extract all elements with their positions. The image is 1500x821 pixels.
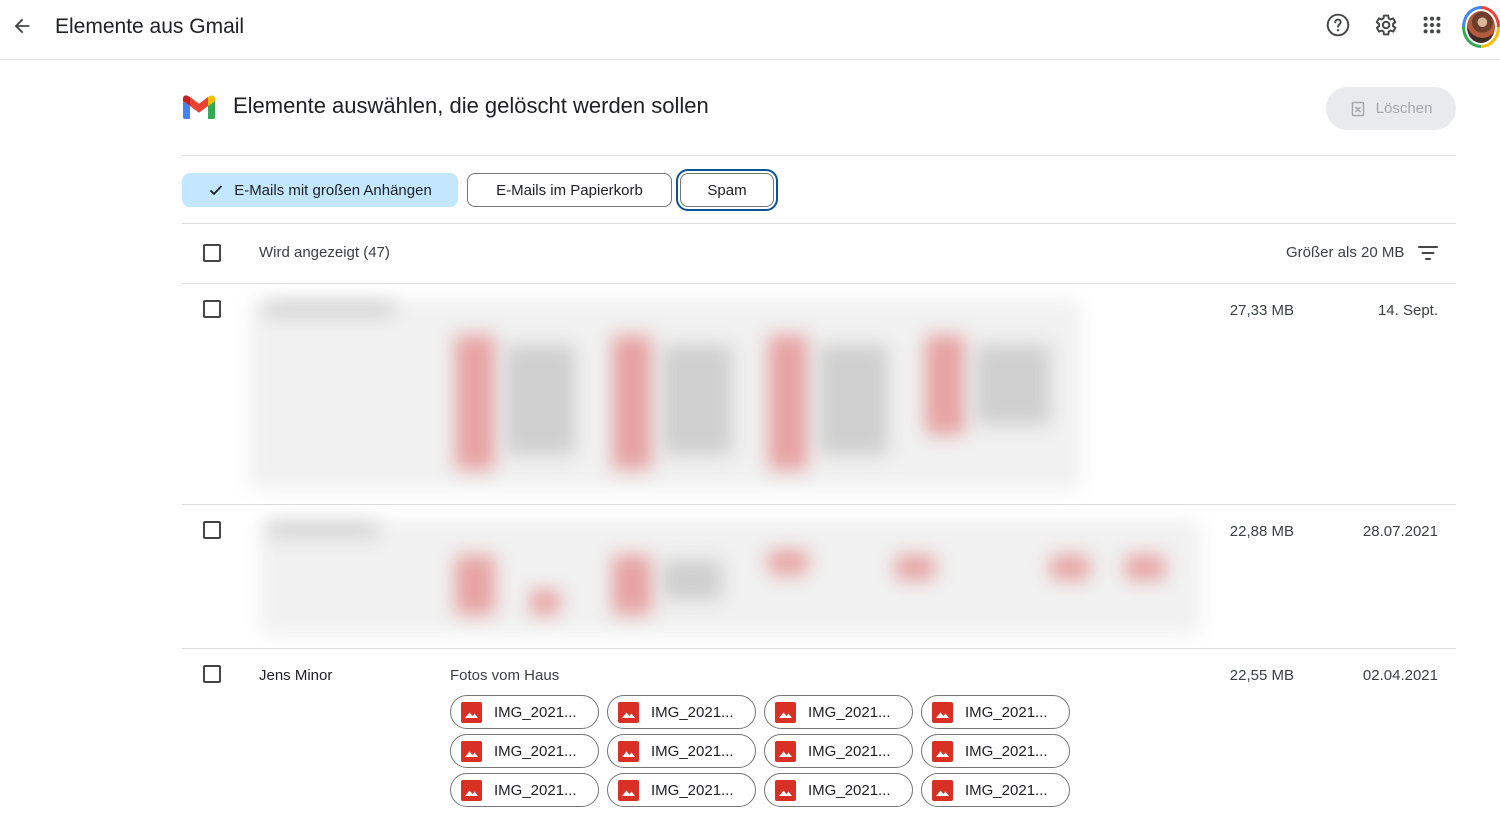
- blurred-attachment: [505, 345, 575, 455]
- size-filter-label[interactable]: Größer als 20 MB: [1286, 244, 1404, 261]
- divider: [182, 155, 1456, 156]
- row-date: 14. Sept.: [1377, 302, 1438, 319]
- delete-button-label: Löschen: [1375, 100, 1433, 117]
- blurred-attachment: [612, 335, 652, 470]
- showing-count: Wird angezeigt (47): [259, 244, 390, 261]
- avatar-photo: [1465, 9, 1497, 45]
- image-icon: [775, 701, 796, 723]
- attachment-name: IMG_2021...: [494, 781, 577, 799]
- attachment-name: IMG_2021...: [965, 703, 1048, 721]
- blurred-attachment: [662, 345, 732, 455]
- divider: [182, 504, 1456, 505]
- divider: [182, 223, 1456, 224]
- blurred-attachment: [818, 345, 888, 455]
- row-size: 22,55 MB: [1229, 667, 1294, 684]
- image-icon: [618, 701, 639, 723]
- check-icon: [210, 185, 223, 196]
- row-sender: Jens Minor: [259, 667, 333, 684]
- image-icon: [932, 701, 953, 723]
- row-subject: Fotos vom Haus: [450, 667, 560, 684]
- row-checkbox[interactable]: [203, 521, 221, 539]
- attachment-chip[interactable]: IMG_2021...: [764, 695, 913, 729]
- divider: [182, 283, 1456, 284]
- apps-grid-icon[interactable]: [1419, 12, 1445, 38]
- attachment-name: IMG_2021...: [651, 781, 734, 799]
- delete-icon: [1351, 101, 1364, 116]
- blurred-attachment: [975, 345, 1050, 425]
- chip-trash[interactable]: E-Mails im Papierkorb: [467, 173, 672, 207]
- blurred-attachment: [530, 590, 560, 615]
- row-size: 27,33 MB: [1229, 302, 1294, 319]
- attachment-chip[interactable]: IMG_2021...: [607, 734, 756, 768]
- chip-spam-label: Spam: [707, 181, 747, 199]
- help-icon[interactable]: [1325, 12, 1351, 38]
- chip-large-attachments-label: E-Mails mit großen Anhängen: [234, 181, 432, 199]
- gear-icon[interactable]: [1372, 12, 1398, 38]
- row-size: 22,88 MB: [1229, 523, 1294, 540]
- blurred-attachment: [455, 555, 495, 615]
- attachment-chip[interactable]: IMG_2021...: [921, 695, 1070, 729]
- chip-spam[interactable]: Spam: [676, 169, 778, 211]
- blurred-attachment: [895, 555, 935, 580]
- row-date: 02.04.2021: [1362, 667, 1438, 684]
- attachment-name: IMG_2021...: [808, 742, 891, 760]
- image-icon: [775, 779, 796, 801]
- attachment-chip[interactable]: IMG_2021...: [764, 734, 913, 768]
- blurred-attachment: [455, 335, 495, 470]
- blurred-sender: [265, 302, 395, 316]
- app-title: Elemente aus Gmail: [55, 15, 245, 38]
- image-icon: [618, 740, 639, 762]
- image-icon: [618, 779, 639, 801]
- attachment-chip[interactable]: IMG_2021...: [921, 734, 1070, 768]
- attachment-chip[interactable]: IMG_2021...: [450, 773, 599, 807]
- chip-large-attachments[interactable]: E-Mails mit großen Anhängen: [182, 173, 458, 207]
- select-all-checkbox[interactable]: [203, 244, 221, 262]
- attachment-name: IMG_2021...: [651, 742, 734, 760]
- attachment-name: IMG_2021...: [808, 703, 891, 721]
- gmail-logo-icon: [183, 95, 215, 119]
- page-title: Elemente auswählen, die gelöscht werden …: [233, 93, 709, 118]
- divider: [182, 648, 1456, 649]
- image-icon: [461, 779, 482, 801]
- image-icon: [461, 740, 482, 762]
- image-icon: [932, 779, 953, 801]
- image-icon: [775, 740, 796, 762]
- blurred-attachment: [612, 555, 652, 615]
- row-checkbox[interactable]: [203, 300, 221, 318]
- attachment-chip[interactable]: IMG_2021...: [607, 773, 756, 807]
- arrow-back-icon[interactable]: [8, 12, 36, 40]
- attachment-chip[interactable]: IMG_2021...: [450, 695, 599, 729]
- attachment-name: IMG_2021...: [494, 742, 577, 760]
- blurred-attachment: [1050, 555, 1090, 580]
- top-bar: Elemente aus Gmail: [0, 0, 1500, 60]
- blurred-attachment: [1125, 555, 1165, 580]
- blurred-sender: [268, 523, 378, 537]
- blurred-attachment: [925, 335, 965, 435]
- blurred-attachment: [768, 335, 808, 470]
- attachment-name: IMG_2021...: [494, 703, 577, 721]
- image-icon: [932, 740, 953, 762]
- row-checkbox[interactable]: [203, 665, 221, 683]
- attachment-name: IMG_2021...: [651, 703, 734, 721]
- attachment-chip[interactable]: IMG_2021...: [450, 734, 599, 768]
- blurred-attachment: [662, 560, 722, 600]
- attachment-chip[interactable]: IMG_2021...: [921, 773, 1070, 807]
- chip-trash-label: E-Mails im Papierkorb: [496, 181, 643, 199]
- attachment-name: IMG_2021...: [965, 742, 1048, 760]
- attachment-name: IMG_2021...: [965, 781, 1048, 799]
- attachment-name: IMG_2021...: [808, 781, 891, 799]
- delete-button[interactable]: Löschen: [1326, 87, 1456, 130]
- blurred-attachment: [768, 550, 808, 575]
- attachment-chip[interactable]: IMG_2021...: [764, 773, 913, 807]
- row-date: 28.07.2021: [1362, 523, 1438, 540]
- avatar[interactable]: [1462, 6, 1500, 48]
- filter-icon[interactable]: [1416, 242, 1440, 264]
- image-icon: [461, 701, 482, 723]
- attachment-chip[interactable]: IMG_2021...: [607, 695, 756, 729]
